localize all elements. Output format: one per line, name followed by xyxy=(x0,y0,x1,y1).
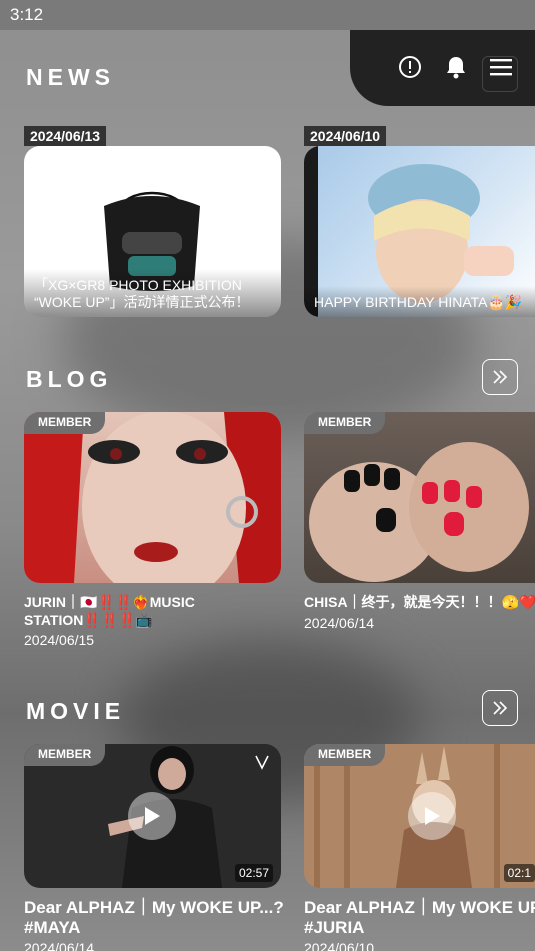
status-time: 3:12 xyxy=(10,5,44,24)
member-badge: MEMBER xyxy=(24,744,106,766)
status-bar: 3:12 xyxy=(0,0,535,30)
movie-title-line: #MAYA xyxy=(24,918,81,937)
movie-title-line: Dear ALPHAZ｜My WOKE UP xyxy=(304,898,535,917)
member-badge: MEMBER xyxy=(304,744,386,766)
blog-date-2: 2024/06/14 xyxy=(304,615,375,631)
member-badge: MEMBER xyxy=(304,412,386,434)
blog-date-1: 2024/06/15 xyxy=(24,632,95,648)
blog-card-2[interactable]: MEMBER xyxy=(304,412,535,583)
alert-circle-icon[interactable] xyxy=(395,52,425,82)
blog-thumbnail-1 xyxy=(24,412,281,583)
blog-title-line: JURIN｜🇯🇵‼️‼️❤️‍🔥MUSIC xyxy=(24,594,195,610)
chevron-double-right-icon xyxy=(493,370,508,384)
play-icon xyxy=(145,807,160,825)
hamburger-menu-icon[interactable] xyxy=(486,52,516,82)
video-duration: 02:1 xyxy=(503,864,535,882)
news-date-2: 2024/06/10 xyxy=(304,126,387,146)
blog-title-2[interactable]: CHISA｜终于，就是今天！！！🫣❤️ xyxy=(304,593,535,611)
news-caption-line: HAPPY BIRTHDAY HINATA🎂🎉 xyxy=(314,294,523,310)
news-date-1: 2024/06/13 xyxy=(24,126,107,146)
news-caption-line: “WOKE UP”」活动详情正式公布！ xyxy=(34,294,250,310)
news-card-1[interactable]: 「XG×GR8 PHOTO EXHIBITION “WOKE UP”」活动详情正… xyxy=(24,146,281,317)
member-badge: MEMBER xyxy=(24,412,106,434)
chevron-double-right-icon xyxy=(493,701,508,715)
news-card-2[interactable]: HAPPY BIRTHDAY HINATA🎂🎉 xyxy=(304,146,535,317)
movie-section-title: MOVIE xyxy=(26,698,126,724)
video-duration: 02:57 xyxy=(234,864,273,882)
movie-more-button[interactable] xyxy=(482,690,518,726)
blog-card-1[interactable]: MEMBER xyxy=(24,412,281,583)
bell-icon[interactable] xyxy=(441,52,471,82)
news-caption-2: HAPPY BIRTHDAY HINATA🎂🎉 xyxy=(304,286,535,317)
movie-title-1[interactable]: Dear ALPHAZ｜My WOKE UP...? #MAYA xyxy=(24,898,284,938)
movie-title-line: #JURIA xyxy=(304,918,365,937)
news-section-title: NEWS xyxy=(26,64,115,90)
play-button[interactable] xyxy=(128,792,176,840)
news-caption-1: 「XG×GR8 PHOTO EXHIBITION “WOKE UP”」活动详情正… xyxy=(24,269,281,317)
blog-thumbnail-2 xyxy=(309,442,529,582)
news-caption-line: 「XG×GR8 PHOTO EXHIBITION xyxy=(34,277,242,293)
play-icon xyxy=(425,807,440,825)
movie-date-1: 2024/06/14 xyxy=(24,940,95,951)
blog-section-title: BLOG xyxy=(26,366,113,392)
blog-title-1[interactable]: JURIN｜🇯🇵‼️‼️❤️‍🔥MUSIC STATION‼️‼️‼️📺 xyxy=(24,593,195,629)
movie-title-2[interactable]: Dear ALPHAZ｜My WOKE UP #JURIA xyxy=(304,898,535,938)
play-button[interactable] xyxy=(408,792,456,840)
movie-date-2: 2024/06/10 xyxy=(304,940,375,951)
movie-card-1[interactable]: MEMBER 02:57 xyxy=(24,744,281,888)
movie-title-line: Dear ALPHAZ｜My WOKE UP...? xyxy=(24,898,284,917)
blog-title-line: CHISA｜终于，就是今天！！！🫣❤️ xyxy=(304,594,535,610)
blog-more-button[interactable] xyxy=(482,359,518,395)
blog-title-line: STATION‼️‼️‼️📺 xyxy=(24,612,154,628)
movie-card-2[interactable]: MEMBER 02:1 xyxy=(304,744,535,888)
